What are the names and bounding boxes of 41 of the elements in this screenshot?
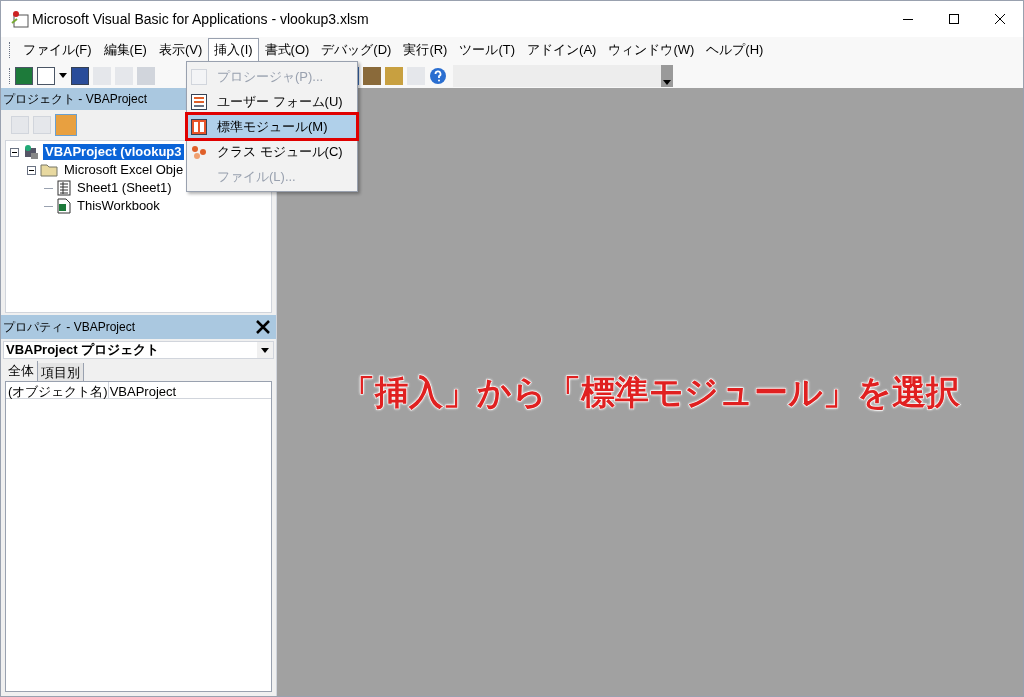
property-value[interactable]: VBAProject <box>108 382 177 398</box>
pane-title: プロジェクト - VBAProject <box>3 91 148 108</box>
tree-item[interactable]: ThisWorkbook <box>75 198 162 214</box>
dropdown-arrow-icon[interactable] <box>663 79 671 85</box>
pane-title: プロパティ - VBAProject <box>3 319 136 336</box>
dropdown-arrow-icon[interactable] <box>261 347 269 353</box>
collapse-toggle[interactable] <box>10 147 19 157</box>
menu-item[interactable]: 標準モジュール(M) <box>187 114 357 139</box>
tab[interactable]: 全体 <box>5 361 38 381</box>
menu-item[interactable]: 挿入(I) <box>208 38 259 62</box>
vba-logo-icon <box>10 9 30 29</box>
menu-item[interactable]: ツール(T) <box>453 38 522 62</box>
property-name: (オブジェクト名) <box>6 382 109 398</box>
location-field[interactable] <box>453 64 673 87</box>
tab[interactable]: 項目別 <box>38 363 84 381</box>
project-icon <box>23 144 39 160</box>
tree-item[interactable]: Microsoft Excel Obje <box>62 162 186 178</box>
menu-item[interactable]: 実行(R) <box>397 38 454 62</box>
help-icon[interactable] <box>429 66 447 85</box>
menu-item[interactable]: ウィンドウ(W) <box>602 38 701 62</box>
class-module-icon <box>191 143 207 160</box>
sheet-icon <box>57 180 71 196</box>
menu-item[interactable]: 編集(E) <box>97 38 153 62</box>
annotation-text: 「挿入」から「標準モジュール」を選択 <box>340 371 960 413</box>
object-select[interactable]: VBAProject プロジェクト <box>3 341 274 359</box>
menu-item[interactable]: 表示(V) <box>152 38 209 62</box>
menu-item[interactable]: 書式(O) <box>258 38 316 62</box>
workbook-icon <box>57 198 71 214</box>
close-icon <box>256 320 270 334</box>
close-icon <box>994 13 1006 25</box>
module-icon <box>191 118 207 135</box>
menu-item[interactable]: クラス モジュール(C) <box>187 139 357 164</box>
dropdown-arrow-icon[interactable] <box>59 73 67 78</box>
menu-item[interactable]: ヘルプ(H) <box>700 38 770 62</box>
menu-item[interactable]: アドイン(A) <box>521 38 603 62</box>
window-title: Microsoft Visual Basic for Applications - vlookup3.xlsm <box>32 9 369 29</box>
tree-item[interactable]: VBAProject (vlookup3 <box>43 144 184 160</box>
collapse-toggle[interactable] <box>27 165 36 175</box>
menu-item[interactable]: ファイル(F) <box>17 38 98 62</box>
tree-item[interactable]: Sheet1 (Sheet1) <box>75 180 174 196</box>
menu-item[interactable]: デバッグ(D) <box>315 38 398 62</box>
